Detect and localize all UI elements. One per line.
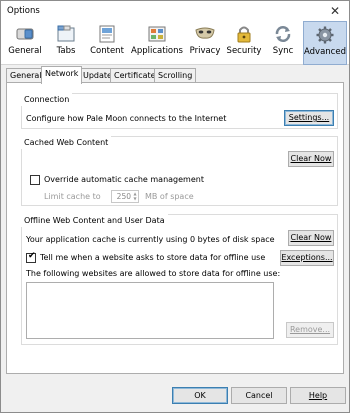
remove-site-label: Remove... (289, 325, 331, 334)
title-bar: Options ✕ (1, 1, 349, 21)
toolbar-security-label: Security (226, 46, 262, 56)
mask-icon (195, 27, 215, 39)
cache-size-stepper[interactable]: 250 ▲ ▼ (111, 190, 139, 203)
toolbar-content-label: Content (90, 46, 124, 56)
connection-settings-button[interactable]: Settings... (284, 110, 334, 126)
tabs-icon (57, 25, 75, 42)
tell-me-label: Tell me when a website asks to store dat… (40, 253, 266, 262)
clear-offline-label: Clear Now (290, 233, 332, 242)
switch-icon (16, 28, 34, 40)
exceptions-label: Exceptions... (281, 253, 333, 262)
checkmark-icon: ✔ (28, 251, 36, 261)
toolbar-tabs[interactable]: Tabs (51, 21, 81, 65)
connection-description: Configure how Pale Moon connects to the … (26, 114, 227, 123)
override-cache-checkbox[interactable] (30, 175, 40, 185)
toolbar-content[interactable]: Content (87, 21, 127, 65)
exceptions-button[interactable]: Exceptions... (280, 250, 334, 266)
close-window-button[interactable]: ✕ (327, 3, 343, 19)
subtab-network[interactable]: Network (41, 66, 83, 84)
preferences-toolbar: General Tabs Content Applications Privac… (1, 21, 349, 65)
toolbar-applications-label: Applications (131, 46, 183, 56)
offline-sites-list[interactable] (26, 282, 274, 339)
stepper-arrows-icon[interactable]: ▲ ▼ (132, 191, 138, 202)
toolbar-general-label: General (8, 46, 42, 56)
help-label: Help (308, 391, 328, 400)
help-button[interactable]: Help (290, 387, 346, 404)
network-panel: Connection Configure how Pale Moon conne… (6, 82, 344, 374)
toolbar-tabs-label: Tabs (56, 46, 76, 56)
cancel-button[interactable]: Cancel (231, 387, 287, 404)
toolbar-privacy-label: Privacy (189, 46, 221, 56)
connection-group: Connection Configure how Pale Moon conne… (21, 93, 338, 129)
subtab-scrolling[interactable]: Scrolling (154, 68, 197, 83)
toolbar-sync[interactable]: Sync (268, 21, 298, 65)
clear-offline-button[interactable]: Clear Now (288, 230, 334, 246)
clear-cache-label: Clear Now (290, 154, 332, 163)
window-title: Options (7, 6, 40, 16)
toolbar-applications[interactable]: Applications (131, 21, 183, 65)
toolbar-advanced-label: Advanced (304, 47, 346, 57)
cache-unit-label: MB of space (145, 192, 194, 201)
ok-button[interactable]: OK (172, 387, 228, 404)
clear-cache-button[interactable]: Clear Now (288, 151, 334, 167)
cache-group: Cached Web Content Clear Now Override au… (21, 136, 338, 206)
offline-usage-text: Your application cache is currently usin… (26, 235, 275, 244)
subtab-general[interactable]: General (6, 68, 46, 83)
allowed-sites-label: The following websites are allowed to st… (26, 269, 281, 278)
offline-group: Offline Web Content and User Data Your a… (21, 214, 338, 345)
connection-title: Connection (21, 93, 73, 106)
override-cache-label: Override automatic cache management (44, 175, 204, 184)
sync-icon (275, 26, 291, 42)
content-icon (99, 25, 115, 43)
toolbar-sync-label: Sync (272, 46, 294, 56)
connection-settings-label: Settings... (288, 113, 330, 122)
gear-icon (316, 26, 334, 44)
options-window: Options ✕ General Tabs Content Applicati… (0, 0, 350, 413)
tell-me-checkbox[interactable]: ✔ (26, 251, 36, 263)
cache-title: Cached Web Content (21, 136, 112, 149)
applications-icon (148, 26, 166, 42)
limit-cache-label: Limit cache to (44, 192, 101, 201)
cache-size-value: 250 (116, 192, 131, 201)
toolbar-advanced[interactable]: Advanced (303, 21, 347, 65)
remove-site-button[interactable]: Remove... (286, 322, 334, 338)
toolbar-security[interactable]: Security (226, 21, 262, 65)
padlock-icon (237, 26, 251, 43)
toolbar-privacy[interactable]: Privacy (187, 21, 223, 65)
offline-title: Offline Web Content and User Data (21, 214, 168, 227)
toolbar-general[interactable]: General (7, 21, 43, 65)
